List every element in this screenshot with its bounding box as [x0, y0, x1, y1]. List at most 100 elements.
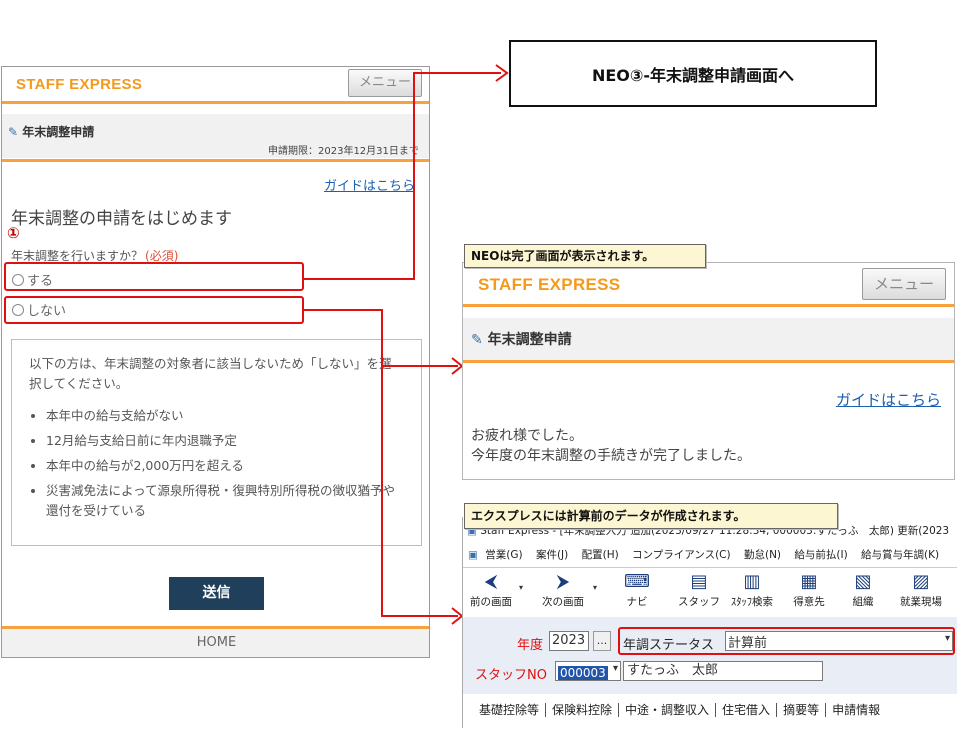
toolbar-back[interactable]: ⮜ 前の画面	[465, 572, 517, 609]
title-divider	[463, 360, 954, 363]
info-item: 12月給与支給日前に年内退職予定	[46, 431, 398, 451]
toolbar-forward[interactable]: ⮞ 次の画面	[535, 572, 591, 609]
keyboard-icon: ⌨	[624, 571, 650, 592]
left-app-panel: STAFF EXPRESS メニュー ✎ 年末調整申請 申請期限：2023年12…	[1, 66, 430, 658]
menu-item[interactable]: 給与前払(I)	[794, 549, 847, 561]
menu-button[interactable]: メニュー	[862, 268, 946, 300]
back-arrow-icon: ⮜	[484, 571, 498, 592]
toolbar-label: ｽﾀｯﾌ検索	[731, 596, 773, 608]
year-input[interactable]: 2023	[549, 631, 589, 651]
toolbar-organization[interactable]: ▧ 組織	[843, 572, 883, 609]
tab-strip: 基礎控除等 保険料控除 中途・調整収入 住宅借入 摘要等 申請情報	[473, 701, 957, 718]
toolbar-label: 次の画面	[542, 596, 584, 608]
home-link[interactable]: HOME	[2, 635, 429, 650]
title-row: ✎ 年末調整申請	[471, 329, 572, 349]
callout-express-data: エクスプレスには計算前のデータが作成されます。	[464, 503, 838, 529]
menu-item[interactable]: 給与賞与年調(K)	[861, 549, 939, 561]
forward-dropdown-icon[interactable]: ▾	[593, 583, 597, 592]
tab-housing-loan[interactable]: 住宅借入	[716, 703, 778, 717]
menu-item[interactable]: 配置(H)	[582, 549, 619, 561]
worksite-icon: ▨	[912, 571, 930, 592]
connector-no-h-complete	[381, 365, 458, 367]
highlight-status	[618, 627, 955, 655]
connector-yes-h1	[304, 278, 415, 280]
arrowhead-to-neo	[495, 64, 509, 82]
tab-insurance-deduction[interactable]: 保険料控除	[546, 703, 620, 717]
done-message-1: お疲れ様でした。	[471, 428, 583, 444]
toolbar-staff-search[interactable]: ▥ ｽﾀｯﾌ検索	[725, 572, 779, 609]
year-picker-button[interactable]: ...	[593, 631, 611, 651]
menu-button[interactable]: メニュー	[348, 69, 422, 97]
brand-logo: STAFF EXPRESS	[16, 76, 143, 93]
tab-remarks[interactable]: 摘要等	[777, 703, 827, 717]
toolbar-label: 組織	[852, 596, 874, 608]
step-marker: ①	[7, 224, 20, 242]
info-item: 災害減免法によって源泉所得税・復興特別所得税の徴収猶予や還付を受けている	[46, 481, 398, 521]
client-icon: ▦	[800, 571, 818, 592]
toolbar-worksite[interactable]: ▨ 就業現場	[893, 572, 949, 609]
connector-yes-h2	[413, 72, 501, 74]
staff-no-label: スタッフNO	[475, 668, 547, 683]
toolbar-label: スタッフ	[678, 596, 720, 608]
deadline-text: 申請期限：2023年12月31日まで	[268, 146, 419, 157]
neo-step3-button[interactable]: NEO③-年末調整申請画面へ	[509, 40, 877, 107]
menu-item[interactable]: コンプライアンス(C)	[632, 549, 731, 561]
connector-no-v	[381, 309, 383, 617]
staff-icon: ▤	[690, 571, 708, 592]
menu-bar: ▣ 営業(G) 案件(J) 配置(H) コンプライアンス(C) 勤怠(N) 給与…	[463, 547, 957, 565]
info-item: 本年中の給与支給がない	[46, 406, 398, 426]
pencil-icon: ✎	[471, 332, 483, 348]
title-divider	[2, 159, 429, 162]
toolbar-separator	[463, 567, 957, 568]
year-label: 年度	[517, 638, 544, 653]
tab-midyear-income[interactable]: 中途・調整収入	[619, 703, 717, 717]
highlight-option-no	[4, 296, 304, 324]
connector-yes-v	[413, 72, 415, 280]
menu-item[interactable]: 勤怠(N)	[744, 549, 781, 561]
toolbar-label: 就業現場	[900, 596, 942, 608]
toolbar-client[interactable]: ▦ 得意先	[787, 572, 831, 609]
question-label: 年末調整を行いますか？	[11, 249, 144, 263]
info-intro: 以下の方は、年末調整の対象者に該当しないため「しない」を選択してください。	[29, 356, 392, 391]
toolbar-navi[interactable]: ⌨ ナビ	[615, 572, 659, 609]
express-app-window: ▣ Staff Express - [年末調整入力 追加(2023/09/27 …	[462, 517, 957, 728]
complete-screen: STAFF EXPRESS メニュー ✎ 年末調整申請 ガイドはこちら お疲れ様…	[462, 262, 955, 480]
guide-link[interactable]: ガイドはこちら	[324, 175, 415, 194]
connector-no-h-app	[381, 615, 458, 617]
guide-link[interactable]: ガイドはこちら	[836, 389, 941, 410]
header-divider	[2, 101, 429, 104]
highlight-option-yes	[4, 262, 304, 291]
connector-no-h1	[304, 309, 383, 311]
submit-label: 送信	[202, 585, 231, 601]
brand-logo: STAFF EXPRESS	[478, 275, 621, 294]
main-heading: 年末調整の申請をはじめます	[11, 209, 232, 229]
header-divider	[463, 304, 954, 307]
page-title: 年末調整申請	[487, 332, 572, 348]
pencil-icon: ✎	[8, 125, 19, 139]
callout-neo-complete: NEOは完了画面が表示されます。	[464, 244, 706, 268]
required-mark: (必須)	[145, 249, 179, 263]
menu-item[interactable]: 案件(J)	[536, 549, 568, 561]
chevron-down-icon: ▾	[612, 663, 618, 674]
tab-basic-deduction[interactable]: 基礎控除等	[473, 703, 547, 717]
title-row: ✎ 年末調整申請	[8, 123, 94, 140]
menu-app-icon: ▣	[468, 549, 478, 561]
staff-no-select[interactable]: 000003 ▾	[555, 661, 621, 681]
page-title: 年末調整申請	[22, 125, 95, 139]
toolbar-staff[interactable]: ▤ スタッフ	[677, 572, 721, 609]
neo-step3-label: NEO③-年末調整申請画面へ	[591, 65, 795, 85]
staff-search-icon: ▥	[743, 571, 761, 592]
back-dropdown-icon[interactable]: ▾	[519, 583, 523, 592]
tab-application-info[interactable]: 申請情報	[826, 703, 886, 717]
forward-arrow-icon: ⮞	[556, 571, 570, 592]
info-item: 本年中の給与が2,000万円を超える	[46, 456, 398, 476]
submit-button[interactable]: 送信	[169, 577, 264, 610]
toolbar-label: 得意先	[793, 596, 825, 608]
menu-item[interactable]: 営業(G)	[485, 549, 522, 561]
info-list: 本年中の給与支給がない 12月給与支給日前に年内退職予定 本年中の給与が2,00…	[46, 406, 398, 521]
info-box: 以下の方は、年末調整の対象者に該当しないため「しない」を選択してください。 本年…	[11, 339, 422, 546]
organization-icon: ▧	[854, 571, 872, 592]
staff-no-value: 000003	[558, 666, 608, 680]
toolbar-label: 前の画面	[470, 596, 512, 608]
done-message-2: 今年度の年末調整の手続きが完了しました。	[471, 448, 751, 464]
